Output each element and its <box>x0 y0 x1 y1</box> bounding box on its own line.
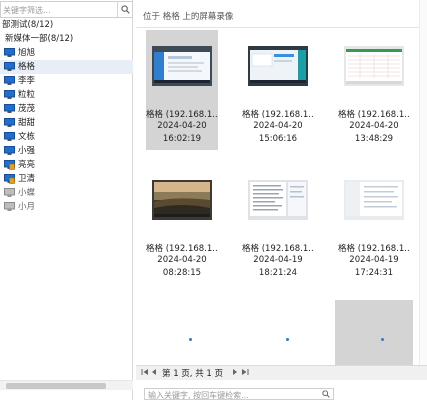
prev-page-icon[interactable] <box>151 368 157 378</box>
monitor-online-icon <box>4 76 15 85</box>
recording-time: 16:02:19 <box>162 134 202 144</box>
tree-user-item[interactable]: 旭旭 <box>0 46 133 60</box>
scrollbar-thumb[interactable] <box>6 383 106 389</box>
divider <box>136 27 427 28</box>
recording-card-loading[interactable] <box>146 300 218 365</box>
recording-search-placeholder: 输入关键字, 按回车键检索... <box>148 391 249 400</box>
recording-card[interactable]: 格格 (192.168.1... 2024-04-19 17:24:31 <box>338 164 410 284</box>
landscape-thumbnail <box>152 180 212 220</box>
tree-user-item[interactable]: 茂茂 <box>0 102 133 116</box>
monitor-online-icon <box>4 62 15 71</box>
screen-thumbnail <box>344 46 404 86</box>
search-icon[interactable] <box>117 2 132 17</box>
recording-card[interactable]: 格格 (192.168.1... 2024-04-20 15:06:16 <box>242 30 314 150</box>
recording-title: 格格 (192.168.1... <box>146 110 218 120</box>
monitor-offline-icon <box>4 188 15 197</box>
recording-time: 08:28:15 <box>162 268 202 278</box>
recording-title: 格格 (192.168.1... <box>242 244 314 254</box>
recording-time: 13:48:29 <box>354 134 394 144</box>
recording-date: 2024-04-19 <box>349 255 399 265</box>
filter-search-box[interactable]: 关键字筛选... <box>0 1 133 18</box>
tree-user-item[interactable]: 亮亮 <box>0 158 133 172</box>
screen-thumbnail <box>344 180 404 220</box>
tree-user-item[interactable]: 小蝶 <box>0 186 133 200</box>
tree-group-media[interactable]: 新媒体一部(8/12) <box>0 32 133 46</box>
monitor-locked-icon <box>4 174 15 184</box>
loading-dot-icon <box>286 338 289 341</box>
monitor-online-icon <box>4 104 15 113</box>
tree-user-label: 卫清 <box>18 174 36 184</box>
recording-title: 格格 (192.168.1... <box>146 244 218 254</box>
tree-user-item-selected[interactable]: 格格 <box>0 60 133 74</box>
tree-horizontal-scrollbar[interactable] <box>0 380 133 390</box>
monitor-online-icon <box>4 48 15 57</box>
tree-user-label: 亮亮 <box>18 160 36 170</box>
tree-user-label: 李李 <box>18 76 36 86</box>
monitor-offline-icon <box>4 202 15 211</box>
search-icon[interactable] <box>320 389 332 399</box>
recording-date: 2024-04-20 <box>253 121 303 131</box>
recording-title: 格格 (192.168.1... <box>338 244 410 254</box>
tree-user-item[interactable]: 卫清 <box>0 172 133 186</box>
screen-thumbnail <box>152 46 212 86</box>
tree-group-root[interactable]: 部测试(8/12) <box>0 18 133 32</box>
filter-search-placeholder: 关键字筛选... <box>3 6 51 15</box>
tree-user-label: 小蝶 <box>18 188 36 198</box>
page-indicator: 第 1 页, 共 1 页 <box>162 369 224 379</box>
tree-user-item[interactable]: 甜甜 <box>0 116 133 130</box>
tree-user-label: 格格 <box>18 62 36 72</box>
recordings-panel: 位于 格格 上的屏幕录像 格格 (192.168.1... 2024-04-20… <box>136 0 427 400</box>
recording-card[interactable]: 格格 (192.168.1... 2024-04-20 13:48:29 <box>338 30 410 150</box>
recording-title: 格格 (192.168.1... <box>242 110 314 120</box>
breadcrumb: 位于 格格 上的屏幕录像 <box>143 12 234 22</box>
monitor-online-icon <box>4 90 15 99</box>
recording-title: 格格 (192.168.1... <box>338 110 410 120</box>
recording-date: 2024-04-20 <box>157 255 207 265</box>
monitor-locked-icon <box>4 160 15 170</box>
recording-card[interactable]: 格格 (192.168.1... 2024-04-20 08:28:15 <box>146 164 218 284</box>
tree-user-item[interactable]: 小强 <box>0 144 133 158</box>
tree-group-label: 部测试(8/12) <box>2 20 54 30</box>
recording-search-box[interactable]: 输入关键字, 按回车键检索... <box>144 388 334 400</box>
recording-card[interactable]: 格格 (192.168.1... 2024-04-19 18:21:24 <box>242 164 314 284</box>
recording-date: 2024-04-19 <box>253 255 303 265</box>
recording-card-loading[interactable] <box>335 300 413 365</box>
tree-user-label: 文栋 <box>18 132 36 142</box>
recordings-vertical-scrollbar[interactable] <box>419 0 427 365</box>
monitor-online-icon <box>4 118 15 127</box>
recording-time: 18:21:24 <box>258 268 298 278</box>
screen-thumbnail <box>248 180 308 220</box>
recording-time: 17:24:31 <box>354 268 394 278</box>
last-page-icon[interactable] <box>241 368 249 378</box>
recording-card-loading[interactable] <box>242 300 314 365</box>
screen-thumbnail <box>248 46 308 86</box>
next-page-icon[interactable] <box>232 368 238 378</box>
recording-date: 2024-04-20 <box>349 121 399 131</box>
tree-group-label: 新媒体一部(8/12) <box>5 34 74 44</box>
recording-date: 2024-04-20 <box>157 121 207 131</box>
user-tree-panel: 关键字筛选... 部测试(8/12) 新媒体一部(8/12) 旭旭 格格 李李 … <box>0 0 133 400</box>
tree-user-item[interactable]: 粒粒 <box>0 88 133 102</box>
tree-user-item[interactable]: 李李 <box>0 74 133 88</box>
tree-user-label: 粒粒 <box>18 90 36 100</box>
tree-user-label: 旭旭 <box>18 48 36 58</box>
first-page-icon[interactable] <box>141 368 149 378</box>
tree-user-label: 小强 <box>18 146 36 156</box>
loading-dot-icon <box>381 338 384 341</box>
tree-user-label: 茂茂 <box>18 104 36 114</box>
monitor-online-icon <box>4 132 15 141</box>
recording-time: 15:06:16 <box>258 134 298 144</box>
tree-user-item[interactable]: 小月 <box>0 200 133 214</box>
tree-user-item[interactable]: 文栋 <box>0 130 133 144</box>
recording-card[interactable]: 格格 (192.168.1... 2024-04-20 16:02:19 <box>146 30 218 150</box>
tree-user-label: 小月 <box>18 202 36 212</box>
monitor-online-icon <box>4 146 15 155</box>
tree-user-label: 甜甜 <box>18 118 36 128</box>
loading-dot-icon <box>189 338 192 341</box>
pagination-bar: 第 1 页, 共 1 页 <box>136 365 427 380</box>
